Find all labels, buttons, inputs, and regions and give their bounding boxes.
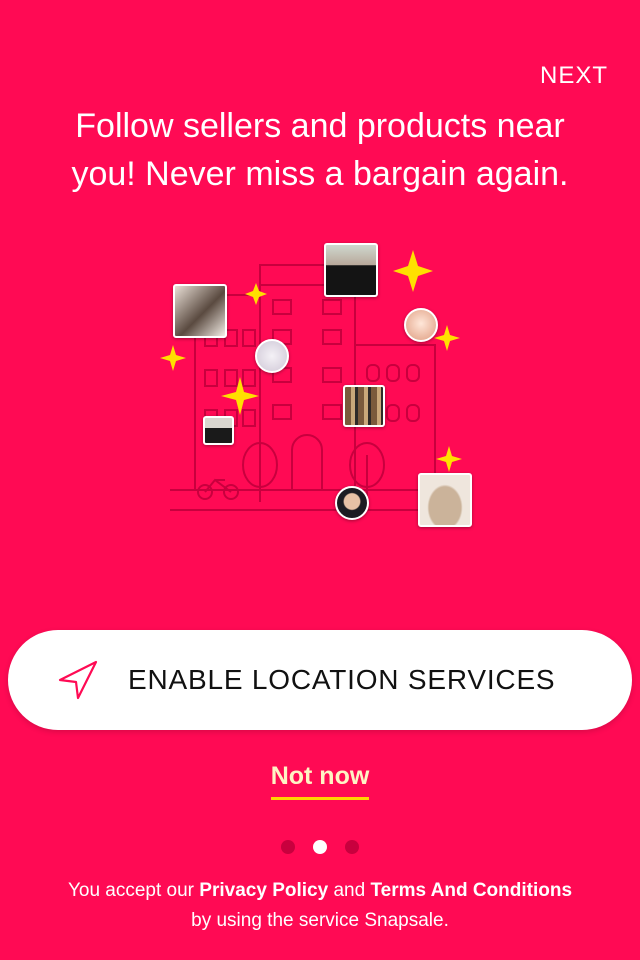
page-dot-2-active[interactable] [313, 840, 327, 854]
legal-text: You accept our Privacy Policy and Terms … [0, 876, 640, 936]
page-dot-3[interactable] [345, 840, 359, 854]
legal-line-2: by using the service Snapsale. [191, 910, 449, 931]
location-arrow-icon [58, 660, 98, 700]
terms-and-conditions-link[interactable]: Terms And Conditions [370, 880, 572, 901]
onboarding-headline: Follow sellers and products near you! Ne… [30, 102, 610, 198]
headline-line-2: you! Never miss a bargain again. [71, 155, 569, 193]
enable-location-services-button[interactable]: ENABLE LOCATION SERVICES [8, 630, 632, 730]
headline-line-1: Follow sellers and products near [75, 107, 565, 145]
product-thumb-dress [324, 243, 378, 297]
product-thumb-wallet [203, 416, 234, 445]
legal-line-1: You accept our Privacy Policy and Terms … [0, 876, 640, 906]
city-illustration [155, 240, 485, 540]
product-thumb-scarf [343, 385, 385, 427]
product-thumb-handbag [418, 473, 472, 527]
not-now-button[interactable]: Not now [270, 762, 370, 800]
not-now-container: Not now [0, 762, 640, 800]
page-indicator [0, 840, 640, 854]
seller-avatar-1 [404, 308, 438, 342]
legal-and: and [333, 880, 366, 901]
privacy-policy-link[interactable]: Privacy Policy [199, 880, 328, 901]
next-button[interactable]: NEXT [540, 62, 608, 90]
legal-prefix: You accept our [67, 880, 195, 901]
page-dot-1[interactable] [281, 840, 295, 854]
seller-avatar-2 [255, 339, 289, 373]
product-thumb-hair [173, 284, 227, 338]
seller-avatar-3 [335, 486, 369, 520]
enable-location-services-label: ENABLE LOCATION SERVICES [128, 664, 556, 695]
